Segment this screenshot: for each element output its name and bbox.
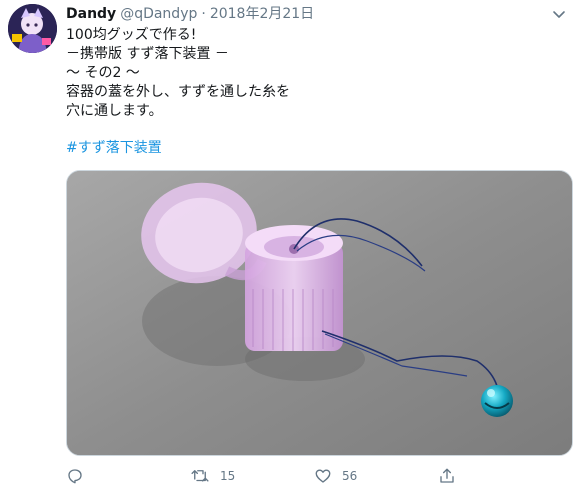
like-count: 56	[342, 469, 358, 483]
tweet-text-line: ～ その2 ～	[66, 65, 140, 81]
retweet-button[interactable]: 15	[190, 465, 235, 487]
tweet-menu-button[interactable]	[552, 6, 566, 18]
profile-avatar-icon	[8, 4, 57, 53]
avatar[interactable]	[8, 4, 57, 53]
reply-button[interactable]	[66, 465, 94, 487]
tweet-date[interactable]: 2018年2月21日	[210, 6, 314, 22]
retweet-icon	[191, 470, 209, 482]
chevron-down-icon	[553, 11, 565, 18]
separator-dot: ·	[201, 6, 206, 22]
tweet-text-line: 容器の蓋を外し、すずを通した糸を	[66, 84, 290, 100]
author-handle[interactable]: @qDandyp	[120, 6, 197, 22]
photo-bottle-cap-with-bell-icon	[67, 171, 572, 455]
tweet-text-line: －携帯版 すず落下装置 －	[66, 46, 229, 62]
tweet-text-line: 穴に通します。	[66, 103, 163, 119]
share-icon	[440, 468, 454, 483]
share-button[interactable]	[438, 465, 466, 487]
tweet-actions: 15 56	[66, 465, 566, 487]
tweet[interactable]: Dandy @qDandyp · 2018年2月21日 100均グッズで作る! －携帯…	[0, 0, 580, 489]
retweet-count: 15	[220, 469, 236, 483]
tweet-text: 100均グッズで作る! －携帯版 すず落下装置 － ～ その2 ～ 容器の蓋を外…	[66, 26, 290, 121]
hashtag-link[interactable]: #すず落下装置	[66, 139, 162, 158]
tweet-header: Dandy @qDandyp · 2018年2月21日	[66, 5, 314, 25]
tweet-text-line: 100均グッズで作る!	[66, 27, 197, 43]
heart-icon	[315, 469, 331, 483]
author-name[interactable]: Dandy	[66, 6, 116, 22]
reply-icon	[68, 469, 82, 484]
like-button[interactable]: 56	[314, 465, 357, 487]
tweet-photo[interactable]	[66, 170, 573, 456]
